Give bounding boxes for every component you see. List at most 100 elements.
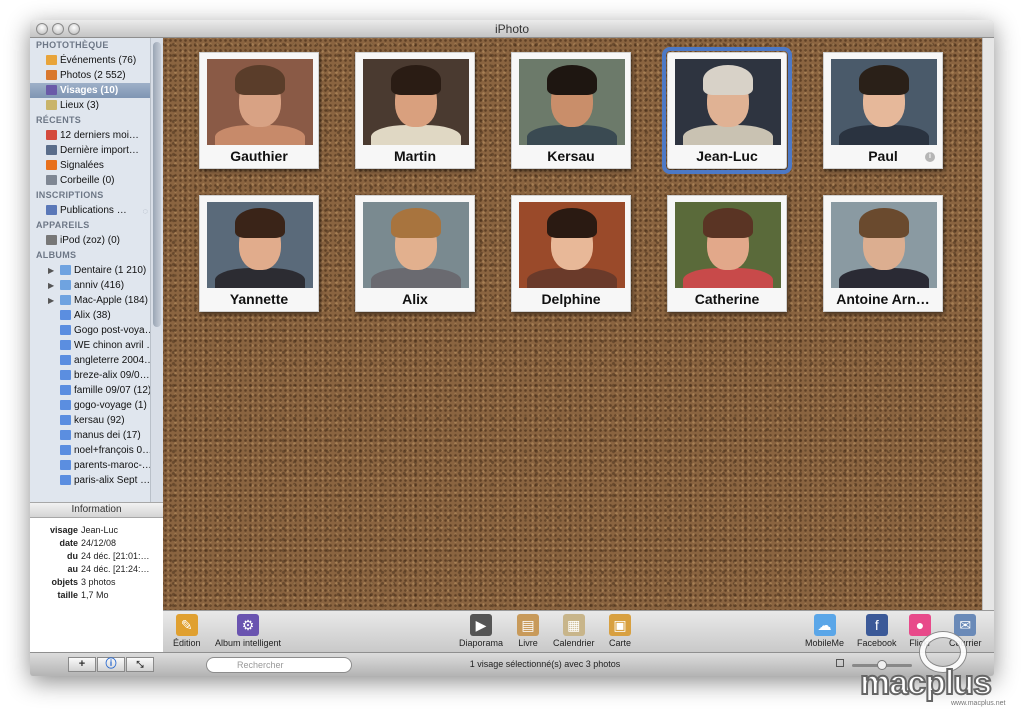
cloud-icon: ☁ bbox=[813, 614, 836, 636]
sidebar-item[interactable]: gogo-voyage (1) bbox=[30, 398, 150, 413]
face-name-label[interactable]: Alix bbox=[356, 289, 474, 309]
disclosure-triangle-icon[interactable]: ▶ bbox=[48, 293, 54, 308]
face-body bbox=[371, 268, 461, 288]
sidebar-item[interactable]: parents-maroc-… bbox=[30, 458, 150, 473]
face-name-label[interactable]: Yannette bbox=[200, 289, 318, 309]
face-body bbox=[527, 125, 617, 145]
face-card[interactable]: Catherine bbox=[667, 195, 787, 312]
face-hair bbox=[391, 208, 441, 238]
info-value: 3 photos bbox=[81, 577, 116, 587]
face-name-label[interactable]: Kersau bbox=[512, 146, 630, 166]
sidebar-item[interactable]: kersau (92) bbox=[30, 413, 150, 428]
events-icon bbox=[46, 55, 57, 65]
face-body bbox=[215, 125, 305, 145]
sidebar-item[interactable]: ▶ anniv (416) bbox=[30, 278, 150, 293]
sidebar-section-header[interactable]: RÉCENTS bbox=[30, 113, 163, 128]
faces-corkboard[interactable]: Gauthier Martin Kersau Jean-Luc Paul i Yannett… bbox=[163, 38, 994, 610]
face-hair bbox=[703, 208, 753, 238]
face-card[interactable]: Gauthier bbox=[199, 52, 319, 169]
sidebar-item[interactable]: Gogo post-voya… bbox=[30, 323, 150, 338]
face-card[interactable]: Kersau bbox=[511, 52, 631, 169]
info-key: du bbox=[67, 551, 78, 561]
info-button[interactable]: ⓘ bbox=[97, 657, 125, 672]
sidebar-item[interactable]: paris-alix Sept … bbox=[30, 473, 150, 488]
disclosure-triangle-icon[interactable]: ▶ bbox=[48, 263, 54, 278]
info-key: date bbox=[59, 538, 78, 548]
album-icon bbox=[60, 475, 71, 485]
face-body bbox=[839, 125, 929, 145]
sidebar-item[interactable]: WE chinon avril … bbox=[30, 338, 150, 353]
sidebar-item[interactable]: ▶ Mac-Apple (184) bbox=[30, 293, 150, 308]
face-name-label[interactable]: Jean-Luc bbox=[668, 146, 786, 166]
sidebar-item[interactable]: Publications … ◌ bbox=[30, 203, 150, 218]
face-name-label[interactable]: Gauthier bbox=[200, 146, 318, 166]
info-panel-header[interactable]: Information bbox=[30, 502, 163, 518]
face-name-label[interactable]: Martin bbox=[356, 146, 474, 166]
sidebar-item[interactable]: Dernière import… bbox=[30, 143, 150, 158]
toolbar-carte-button[interactable]: ▣ Carte bbox=[609, 614, 631, 648]
face-card[interactable]: Yannette bbox=[199, 195, 319, 312]
toolbar-livre-button[interactable]: ▤ Livre bbox=[517, 614, 539, 648]
sidebar-item[interactable]: Événements (76) bbox=[30, 53, 150, 68]
corkboard-scrollbar[interactable] bbox=[982, 38, 994, 610]
sidebar-section-header[interactable]: PHOTOTHÈQUE bbox=[30, 38, 163, 53]
sidebar-item[interactable]: Lieux (3) bbox=[30, 98, 150, 113]
info-icon[interactable]: i bbox=[925, 152, 935, 162]
sidebar-item[interactable]: angleterre 2004… bbox=[30, 353, 150, 368]
sidebar-item[interactable]: Photos (2 552) bbox=[30, 68, 150, 83]
face-card[interactable]: Antoine Arn… bbox=[823, 195, 943, 312]
fullscreen-button[interactable]: ⤡ bbox=[126, 657, 154, 672]
sidebar-item[interactable]: 12 derniers moi… bbox=[30, 128, 150, 143]
face-card[interactable]: Alix bbox=[355, 195, 475, 312]
face-name-label[interactable]: Antoine Arn… bbox=[824, 289, 942, 309]
sidebar-item[interactable]: breze-alix 09/0… bbox=[30, 368, 150, 383]
sidebar-section-header[interactable]: INSCRIPTIONS bbox=[30, 188, 163, 203]
face-photo bbox=[675, 59, 781, 145]
calendar-icon: ▦ bbox=[562, 614, 585, 636]
sidebar-section-header[interactable]: ALBUMS bbox=[30, 248, 163, 263]
toolbar-mobileme-button[interactable]: ☁ MobileMe bbox=[805, 614, 844, 648]
sidebar-item[interactable]: famille 09/07 (12) bbox=[30, 383, 150, 398]
album-icon bbox=[60, 430, 71, 440]
face-card[interactable]: Paul i bbox=[823, 52, 943, 169]
face-card[interactable]: Delphine bbox=[511, 195, 631, 312]
face-name-label[interactable]: Delphine bbox=[512, 289, 630, 309]
album-icon bbox=[60, 325, 71, 335]
source-list-scroll-thumb[interactable] bbox=[153, 42, 161, 327]
info-key: au bbox=[67, 564, 78, 574]
sidebar-item[interactable]: ▶ Dentaire (1 210) bbox=[30, 263, 150, 278]
sidebar-item[interactable]: Signalées bbox=[30, 158, 150, 173]
sidebar-section-header[interactable]: APPAREILS bbox=[30, 218, 163, 233]
sidebar-item[interactable]: Corbeille (0) bbox=[30, 173, 150, 188]
toolbar-diaporama-button[interactable]: ▶ Diaporama bbox=[459, 614, 503, 648]
toolbar-album-intelligent-button[interactable]: ⚙ Album intelligent bbox=[215, 614, 281, 648]
disclosure-triangle-icon[interactable]: ▶ bbox=[48, 278, 54, 293]
album-icon bbox=[60, 400, 71, 410]
info-row: date 24/12/08 bbox=[30, 537, 163, 550]
face-card[interactable]: Jean-Luc bbox=[662, 47, 792, 174]
add-button[interactable]: + bbox=[68, 657, 96, 672]
calendar-icon bbox=[46, 130, 57, 140]
face-photo bbox=[363, 59, 469, 145]
face-body bbox=[683, 268, 773, 288]
sidebar-item[interactable]: noel+françois 0… bbox=[30, 443, 150, 458]
face-photo bbox=[519, 59, 625, 145]
toolbar-label: Album intelligent bbox=[215, 638, 282, 648]
sidebar-item-label: Mac-Apple (184) bbox=[74, 295, 148, 306]
search-input[interactable]: Rechercher bbox=[206, 657, 352, 673]
album-icon bbox=[60, 385, 71, 395]
face-name-label[interactable]: Catherine bbox=[668, 289, 786, 309]
toolbar-label: Livre bbox=[518, 638, 538, 648]
sidebar-item[interactable]: iPod (zoz) (0) bbox=[30, 233, 150, 248]
refresh-icon[interactable]: ◌ bbox=[143, 204, 148, 218]
sidebar-item[interactable]: manus dei (17) bbox=[30, 428, 150, 443]
watermark-url: www.macplus.net bbox=[951, 700, 1006, 707]
sidebar-item[interactable]: Visages (10) bbox=[30, 83, 150, 98]
toolbar--dition-button[interactable]: ✎ Édition bbox=[173, 614, 201, 648]
face-card[interactable]: Martin bbox=[355, 52, 475, 169]
toolbar-calendrier-button[interactable]: ▦ Calendrier bbox=[553, 614, 595, 648]
source-list-scrollbar[interactable] bbox=[150, 38, 163, 502]
sidebar-item[interactable]: Alix (38) bbox=[30, 308, 150, 323]
face-hair bbox=[235, 65, 285, 95]
small-photo-icon bbox=[836, 659, 844, 667]
